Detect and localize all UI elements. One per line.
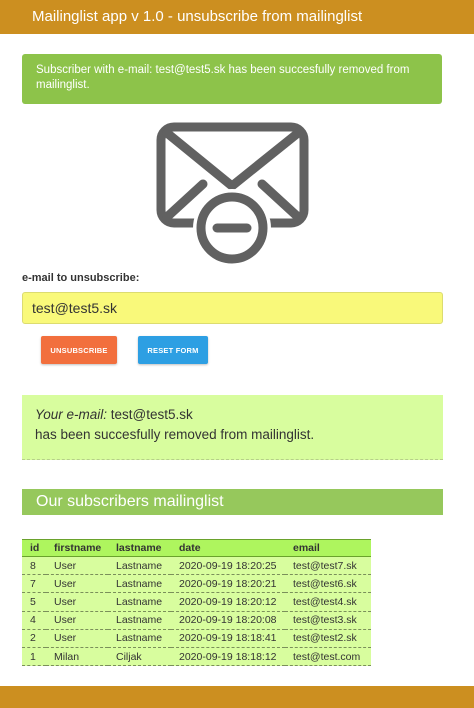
- table-row: 2 User Lastname 2020-09-19 18:18:41 test…: [22, 629, 371, 648]
- table-header-row: id firstname lastname date email: [22, 539, 371, 557]
- cell-date: 2020-09-19 18:20:08: [171, 611, 285, 630]
- cell-firstname: Milan: [46, 647, 108, 667]
- cell-date: 2020-09-19 18:20:25: [171, 556, 285, 576]
- cell-date: 2020-09-19 18:20:21: [171, 574, 285, 594]
- subscribers-title: Our subscribers mailinglist: [36, 493, 224, 510]
- cell-firstname: User: [46, 574, 108, 594]
- cell-lastname: Lastname: [108, 629, 171, 648]
- cell-id: 4: [22, 611, 46, 630]
- cell-lastname: Lastname: [108, 574, 171, 594]
- table-row: 1 Milan Ciljak 2020-09-19 18:18:12 test@…: [22, 647, 371, 667]
- cell-id: 5: [22, 592, 46, 612]
- cell-date: 2020-09-19 18:18:41: [171, 629, 285, 648]
- cell-firstname: User: [46, 629, 108, 648]
- app-title: Mailinglist app v 1.0 - unsubscribe from…: [32, 8, 363, 25]
- success-alert: Subscriber with e-mail: test@test5.sk ha…: [22, 54, 442, 104]
- reset-form-button[interactable]: RESET FORM: [138, 336, 208, 364]
- column-header-firstname: firstname: [46, 539, 108, 557]
- envelope-minus-icon: [155, 118, 310, 268]
- result-message: has been succesfully removed from mailin…: [35, 427, 315, 442]
- cell-id: 7: [22, 574, 46, 594]
- cell-firstname: User: [46, 592, 108, 612]
- cell-firstname: User: [46, 556, 108, 576]
- column-header-lastname: lastname: [108, 539, 171, 557]
- table-row: 7 User Lastname 2020-09-19 18:20:21 test…: [22, 574, 371, 594]
- result-email-value: test@test5.sk: [110, 407, 193, 422]
- column-header-date: date: [171, 539, 285, 557]
- result-panel: Your e-mail: test@test5.sk has been succ…: [22, 395, 443, 460]
- cell-id: 1: [22, 647, 46, 667]
- cell-email: test@test7.sk: [285, 556, 371, 576]
- cell-lastname: Lastname: [108, 556, 171, 576]
- app-header: Mailinglist app v 1.0 - unsubscribe from…: [0, 0, 474, 34]
- cell-firstname: User: [46, 611, 108, 630]
- cell-email: test@test6.sk: [285, 574, 371, 594]
- cell-email: test@test3.sk: [285, 611, 371, 630]
- cell-lastname: Lastname: [108, 592, 171, 612]
- cell-email: test@test.com: [285, 647, 371, 667]
- table-row: 8 User Lastname 2020-09-19 18:20:25 test…: [22, 556, 371, 576]
- cell-date: 2020-09-19 18:20:12: [171, 592, 285, 612]
- unsubscribe-button[interactable]: UNSUBSCRIBE: [41, 336, 117, 364]
- result-email-label: Your e-mail:: [35, 407, 108, 422]
- cell-id: 2: [22, 629, 46, 648]
- email-label: e-mail to unsubscribe:: [22, 272, 140, 284]
- subscribers-table: id firstname lastname date email 8 User …: [22, 539, 371, 667]
- column-header-email: email: [285, 539, 371, 557]
- cell-lastname: Lastname: [108, 611, 171, 630]
- cell-id: 8: [22, 556, 46, 576]
- alert-message: Subscriber with e-mail: test@test5.sk ha…: [36, 64, 410, 91]
- table-row: 4 User Lastname 2020-09-19 18:20:08 test…: [22, 611, 371, 630]
- subscribers-header: Our subscribers mailinglist: [22, 489, 443, 515]
- cell-email: test@test2.sk: [285, 629, 371, 648]
- cell-lastname: Ciljak: [108, 647, 171, 667]
- column-header-id: id: [22, 539, 46, 557]
- email-input[interactable]: [22, 292, 443, 324]
- table-row: 5 User Lastname 2020-09-19 18:20:12 test…: [22, 592, 371, 612]
- result-email-line: Your e-mail: test@test5.sk: [35, 405, 430, 425]
- cell-date: 2020-09-19 18:18:12: [171, 647, 285, 667]
- app-footer: [0, 686, 474, 708]
- cell-email: test@test4.sk: [285, 592, 371, 612]
